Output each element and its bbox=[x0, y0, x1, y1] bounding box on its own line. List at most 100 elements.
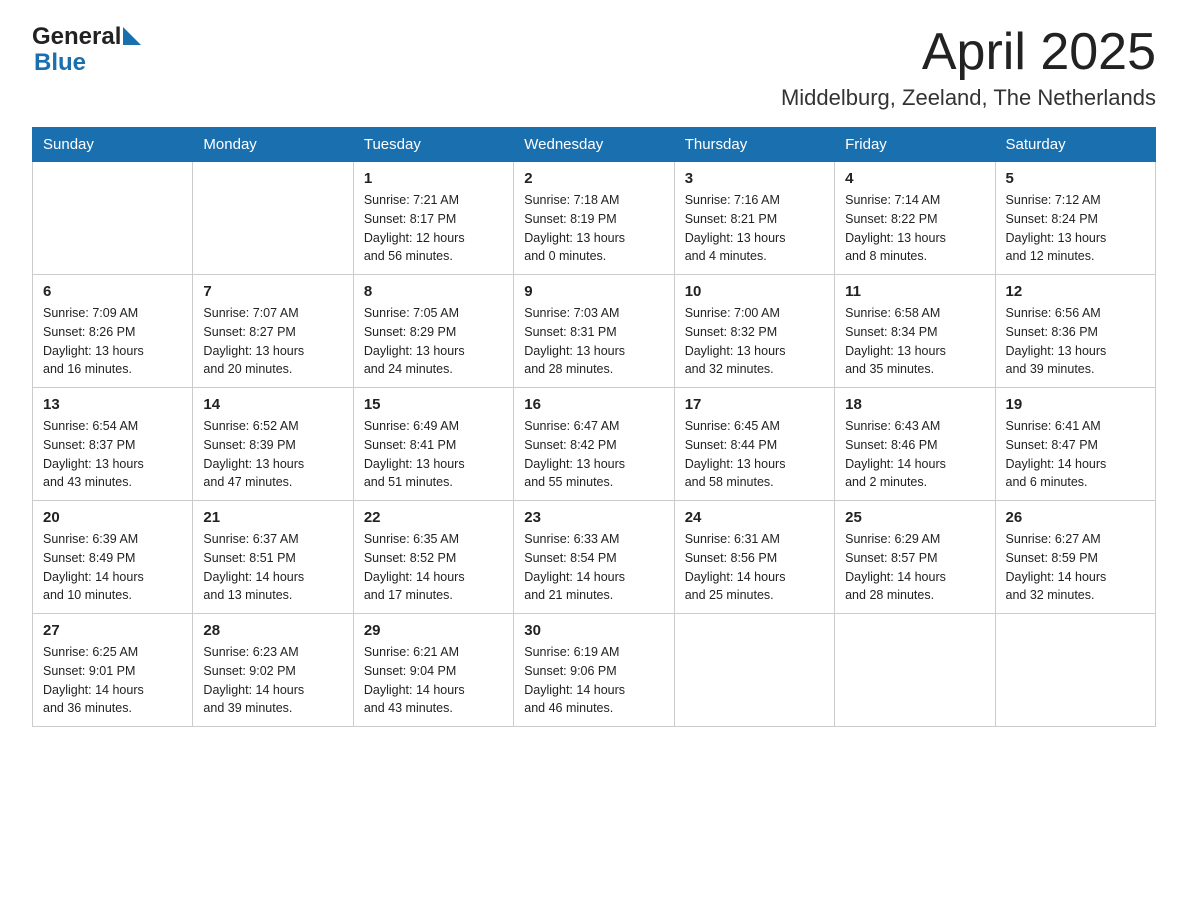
calendar-cell: 20 Sunrise: 6:39 AMSunset: 8:49 PMDayligh… bbox=[33, 501, 193, 614]
day-number: 9 bbox=[524, 283, 663, 300]
day-of-week-header: Sunday bbox=[33, 128, 193, 162]
day-info: Sunrise: 6:25 AMSunset: 9:01 PMDaylight:… bbox=[43, 643, 182, 718]
calendar-cell bbox=[33, 162, 193, 275]
day-info: Sunrise: 6:37 AMSunset: 8:51 PMDaylight:… bbox=[203, 530, 342, 605]
day-number: 30 bbox=[524, 622, 663, 639]
day-number: 4 bbox=[845, 170, 984, 187]
day-number: 25 bbox=[845, 509, 984, 526]
day-info: Sunrise: 7:03 AMSunset: 8:31 PMDaylight:… bbox=[524, 304, 663, 379]
calendar-cell: 4 Sunrise: 7:14 AMSunset: 8:22 PMDaylight… bbox=[835, 162, 995, 275]
calendar-table: SundayMondayTuesdayWednesdayThursdayFrid… bbox=[32, 127, 1156, 727]
day-number: 10 bbox=[685, 283, 824, 300]
day-info: Sunrise: 6:54 AMSunset: 8:37 PMDaylight:… bbox=[43, 417, 182, 492]
calendar-cell: 24 Sunrise: 6:31 AMSunset: 8:56 PMDayligh… bbox=[674, 501, 834, 614]
day-number: 20 bbox=[43, 509, 182, 526]
day-info: Sunrise: 6:31 AMSunset: 8:56 PMDaylight:… bbox=[685, 530, 824, 605]
calendar-cell: 3 Sunrise: 7:16 AMSunset: 8:21 PMDaylight… bbox=[674, 162, 834, 275]
day-of-week-header: Saturday bbox=[995, 128, 1155, 162]
day-number: 18 bbox=[845, 396, 984, 413]
calendar-cell bbox=[995, 614, 1155, 727]
day-info: Sunrise: 6:21 AMSunset: 9:04 PMDaylight:… bbox=[364, 643, 503, 718]
day-number: 1 bbox=[364, 170, 503, 187]
calendar-cell: 23 Sunrise: 6:33 AMSunset: 8:54 PMDayligh… bbox=[514, 501, 674, 614]
calendar-cell: 2 Sunrise: 7:18 AMSunset: 8:19 PMDaylight… bbox=[514, 162, 674, 275]
day-info: Sunrise: 6:52 AMSunset: 8:39 PMDaylight:… bbox=[203, 417, 342, 492]
day-number: 21 bbox=[203, 509, 342, 526]
calendar-cell: 11 Sunrise: 6:58 AMSunset: 8:34 PMDayligh… bbox=[835, 275, 995, 388]
calendar-cell: 8Sunrise: 7:05 AMSunset: 8:29 PMDaylight… bbox=[353, 275, 513, 388]
day-number: 29 bbox=[364, 622, 503, 639]
calendar-cell bbox=[193, 162, 353, 275]
day-info: Sunrise: 6:23 AMSunset: 9:02 PMDaylight:… bbox=[203, 643, 342, 718]
calendar-cell: 26 Sunrise: 6:27 AMSunset: 8:59 PMDayligh… bbox=[995, 501, 1155, 614]
day-info: Sunrise: 6:45 AMSunset: 8:44 PMDaylight:… bbox=[685, 417, 824, 492]
day-info: Sunrise: 7:16 AMSunset: 8:21 PMDaylight:… bbox=[685, 191, 824, 266]
calendar-cell: 6 Sunrise: 7:09 AMSunset: 8:26 PMDaylight… bbox=[33, 275, 193, 388]
calendar-cell: 18Sunrise: 6:43 AMSunset: 8:46 PMDayligh… bbox=[835, 388, 995, 501]
day-info: Sunrise: 7:18 AMSunset: 8:19 PMDaylight:… bbox=[524, 191, 663, 266]
calendar-cell: 9 Sunrise: 7:03 AMSunset: 8:31 PMDaylight… bbox=[514, 275, 674, 388]
day-info: Sunrise: 7:07 AMSunset: 8:27 PMDaylight:… bbox=[203, 304, 342, 379]
calendar-cell: 13 Sunrise: 6:54 AMSunset: 8:37 PMDayligh… bbox=[33, 388, 193, 501]
day-info: Sunrise: 6:27 AMSunset: 8:59 PMDaylight:… bbox=[1006, 530, 1145, 605]
day-number: 15 bbox=[364, 396, 503, 413]
page-header: General Blue April 2025 Middelburg, Zeel… bbox=[32, 24, 1156, 111]
calendar-cell: 1 Sunrise: 7:21 AMSunset: 8:17 PMDaylight… bbox=[353, 162, 513, 275]
calendar-week-row: 13 Sunrise: 6:54 AMSunset: 8:37 PMDayligh… bbox=[33, 388, 1156, 501]
day-info: Sunrise: 6:49 AMSunset: 8:41 PMDaylight:… bbox=[364, 417, 503, 492]
day-number: 6 bbox=[43, 283, 182, 300]
day-number: 28 bbox=[203, 622, 342, 639]
calendar-cell: 30Sunrise: 6:19 AMSunset: 9:06 PMDayligh… bbox=[514, 614, 674, 727]
location-subtitle: Middelburg, Zeeland, The Netherlands bbox=[781, 85, 1156, 111]
calendar-cell: 7Sunrise: 7:07 AMSunset: 8:27 PMDaylight… bbox=[193, 275, 353, 388]
day-info: Sunrise: 6:33 AMSunset: 8:54 PMDaylight:… bbox=[524, 530, 663, 605]
calendar-cell: 5 Sunrise: 7:12 AMSunset: 8:24 PMDaylight… bbox=[995, 162, 1155, 275]
calendar-cell: 16Sunrise: 6:47 AMSunset: 8:42 PMDayligh… bbox=[514, 388, 674, 501]
calendar-header-row: SundayMondayTuesdayWednesdayThursdayFrid… bbox=[33, 128, 1156, 162]
calendar-cell bbox=[674, 614, 834, 727]
calendar-cell: 15 Sunrise: 6:49 AMSunset: 8:41 PMDayligh… bbox=[353, 388, 513, 501]
calendar-week-row: 27 Sunrise: 6:25 AMSunset: 9:01 PMDayligh… bbox=[33, 614, 1156, 727]
day-info: Sunrise: 7:09 AMSunset: 8:26 PMDaylight:… bbox=[43, 304, 182, 379]
logo: General Blue bbox=[32, 24, 141, 77]
day-number: 3 bbox=[685, 170, 824, 187]
day-info: Sunrise: 7:14 AMSunset: 8:22 PMDaylight:… bbox=[845, 191, 984, 266]
day-number: 14 bbox=[203, 396, 342, 413]
day-of-week-header: Friday bbox=[835, 128, 995, 162]
day-info: Sunrise: 7:00 AMSunset: 8:32 PMDaylight:… bbox=[685, 304, 824, 379]
day-of-week-header: Wednesday bbox=[514, 128, 674, 162]
title-block: April 2025 Middelburg, Zeeland, The Neth… bbox=[781, 24, 1156, 111]
day-number: 24 bbox=[685, 509, 824, 526]
calendar-cell: 29 Sunrise: 6:21 AMSunset: 9:04 PMDayligh… bbox=[353, 614, 513, 727]
day-number: 22 bbox=[364, 509, 503, 526]
logo-blue-text: Blue bbox=[34, 49, 86, 76]
day-info: Sunrise: 6:58 AMSunset: 8:34 PMDaylight:… bbox=[845, 304, 984, 379]
logo-arrow-icon bbox=[123, 27, 141, 45]
day-number: 2 bbox=[524, 170, 663, 187]
day-info: Sunrise: 6:47 AMSunset: 8:42 PMDaylight:… bbox=[524, 417, 663, 492]
day-number: 13 bbox=[43, 396, 182, 413]
day-info: Sunrise: 7:12 AMSunset: 8:24 PMDaylight:… bbox=[1006, 191, 1145, 266]
day-number: 23 bbox=[524, 509, 663, 526]
day-of-week-header: Thursday bbox=[674, 128, 834, 162]
day-info: Sunrise: 6:39 AMSunset: 8:49 PMDaylight:… bbox=[43, 530, 182, 605]
calendar-cell: 27 Sunrise: 6:25 AMSunset: 9:01 PMDayligh… bbox=[33, 614, 193, 727]
day-number: 12 bbox=[1006, 283, 1145, 300]
day-info: Sunrise: 6:35 AMSunset: 8:52 PMDaylight:… bbox=[364, 530, 503, 605]
day-info: Sunrise: 7:21 AMSunset: 8:17 PMDaylight:… bbox=[364, 191, 503, 266]
calendar-cell: 22 Sunrise: 6:35 AMSunset: 8:52 PMDayligh… bbox=[353, 501, 513, 614]
calendar-cell: 12 Sunrise: 6:56 AMSunset: 8:36 PMDayligh… bbox=[995, 275, 1155, 388]
day-info: Sunrise: 7:05 AMSunset: 8:29 PMDaylight:… bbox=[364, 304, 503, 379]
day-number: 27 bbox=[43, 622, 182, 639]
calendar-cell: 10 Sunrise: 7:00 AMSunset: 8:32 PMDayligh… bbox=[674, 275, 834, 388]
day-number: 17 bbox=[685, 396, 824, 413]
day-number: 5 bbox=[1006, 170, 1145, 187]
day-number: 26 bbox=[1006, 509, 1145, 526]
day-info: Sunrise: 6:29 AMSunset: 8:57 PMDaylight:… bbox=[845, 530, 984, 605]
calendar-week-row: 6 Sunrise: 7:09 AMSunset: 8:26 PMDaylight… bbox=[33, 275, 1156, 388]
page-title: April 2025 bbox=[781, 24, 1156, 81]
calendar-cell: 25 Sunrise: 6:29 AMSunset: 8:57 PMDayligh… bbox=[835, 501, 995, 614]
day-number: 11 bbox=[845, 283, 984, 300]
calendar-cell: 17 Sunrise: 6:45 AMSunset: 8:44 PMDayligh… bbox=[674, 388, 834, 501]
day-info: Sunrise: 6:56 AMSunset: 8:36 PMDaylight:… bbox=[1006, 304, 1145, 379]
